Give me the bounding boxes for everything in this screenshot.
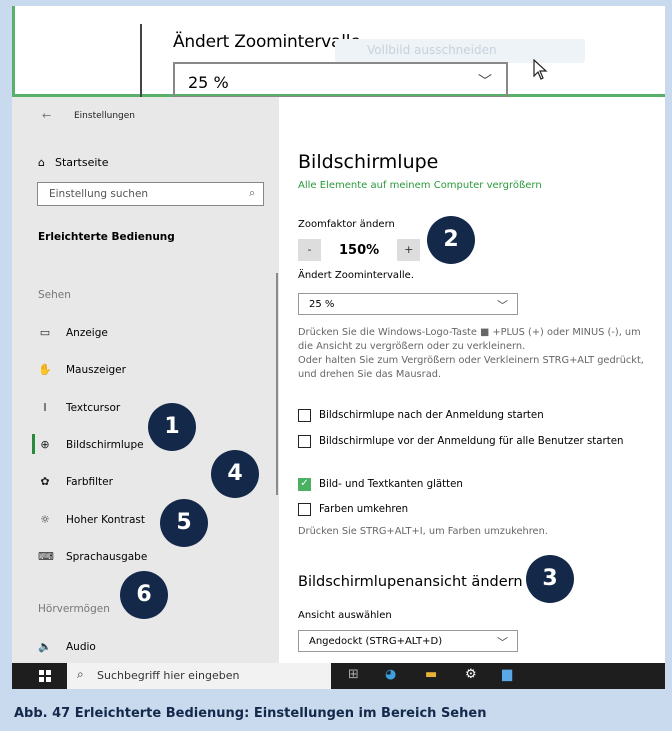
search-icon: ⌕	[249, 187, 255, 199]
chevron-down-icon: ﹀	[497, 636, 508, 649]
settings-search-input[interactable]: Einstellung suchen ⌕	[37, 182, 264, 206]
zoom-interval-select[interactable]: 25 % ﹀	[298, 293, 518, 315]
preview-select[interactable]: 25 % ﹀	[173, 62, 508, 98]
section-hoeren: Hörvermögen	[38, 603, 110, 615]
zoom-label: Zoomfaktor ändern	[298, 219, 395, 230]
sidebar-item-sprachausgabe[interactable]: ⌨ Sprachausgabe	[38, 550, 147, 563]
remote-desktop-icon[interactable]: ▆	[502, 667, 512, 682]
figure-caption: Abb. 47 Erleichterte Bedienung: Einstell…	[14, 706, 487, 721]
checkbox-box[interactable]	[298, 435, 311, 448]
callout-badge-3: 3	[526, 555, 574, 603]
preview-divider	[140, 24, 142, 97]
sidebar-scrollbar[interactable]	[276, 273, 278, 495]
chevron-down-icon: ﹀	[478, 74, 492, 90]
view-section-title: Bildschirmlupenansicht ändern	[298, 574, 523, 590]
magnifier-icon: ⊕	[40, 438, 50, 451]
mouse-cursor-icon	[533, 59, 548, 80]
sidebar-item-bildschirmlupe[interactable]: ⊕ Bildschirmlupe	[38, 438, 143, 451]
taskbar-search-placeholder: Suchbegriff hier eingeben	[97, 669, 240, 682]
view-label: Ansicht auswählen	[298, 610, 392, 621]
subtitle-link[interactable]: Alle Elemente auf meinem Computer vergrö…	[298, 180, 542, 191]
palette-icon: ✿	[40, 475, 50, 488]
window-title: Einstellungen	[74, 111, 136, 121]
interval-label: Ändert Zoomintervalle.	[298, 270, 414, 281]
sun-icon: ☼	[40, 513, 50, 526]
text-cursor-icon: I	[43, 401, 47, 414]
sidebar-item-audio[interactable]: 🔈 Audio	[38, 640, 96, 653]
callout-badge-4: 4	[211, 450, 259, 498]
shortcut-description: Drücken Sie die Windows-Logo-Taste ■ +PL…	[298, 327, 644, 380]
zoom-interval-value: 25 %	[309, 299, 335, 310]
sidebar-item-farbfilter[interactable]: ✿ Farbfilter	[38, 475, 113, 488]
home-icon: ⌂	[38, 156, 45, 169]
zoom-plus-button[interactable]: +	[397, 239, 421, 261]
back-arrow-icon[interactable]: ←	[42, 109, 51, 122]
zoom-minus-button[interactable]: -	[298, 239, 321, 261]
mouse-pointer-icon: ✋	[38, 363, 52, 376]
callout-badge-6: 6	[120, 571, 168, 619]
search-icon: ⌕	[77, 667, 84, 681]
sidebar-category: Erleichterte Bedienung	[38, 231, 175, 243]
display-icon: ▭	[39, 326, 51, 339]
checkbox-box[interactable]	[298, 409, 311, 422]
sidebar-item-hoher-kontrast[interactable]: ☼ Hoher Kontrast	[38, 513, 145, 526]
task-view-icon[interactable]: ⊞	[348, 667, 359, 682]
narrator-icon: ⌨	[38, 550, 54, 563]
settings-gear-icon[interactable]: ⚙	[465, 667, 477, 682]
callout-badge-1: 1	[148, 403, 196, 451]
preview-select-value: 25 %	[188, 73, 229, 92]
taskbar: ⌕ Suchbegriff hier eingeben ⊞ ◕ ▬ ⚙ ▆	[12, 663, 665, 689]
checkbox-box[interactable]	[298, 503, 311, 516]
zoom-stepper: - 150% +	[298, 239, 421, 261]
search-placeholder: Einstellung suchen	[49, 188, 149, 200]
sidebar-item-anzeige[interactable]: ▭ Anzeige	[38, 326, 108, 339]
invert-hint: Drücken Sie STRG+ALT+I, um Farben umzuke…	[298, 526, 548, 537]
magnifier-preview: Ändert Zoomintervalle. Vollbild ausschne…	[12, 6, 665, 98]
page-title: Bildschirmlupe	[298, 151, 439, 173]
file-explorer-icon[interactable]: ▬	[425, 667, 437, 682]
callout-badge-5: 5	[160, 499, 208, 547]
chevron-down-icon: ﹀	[497, 299, 508, 312]
active-indicator	[32, 434, 35, 454]
sidebar-item-textcursor[interactable]: I Textcursor	[38, 401, 120, 414]
checkbox-smooth-edges[interactable]: ✓ Bild- und Textkanten glätten	[298, 478, 463, 491]
zoom-value: 150%	[339, 242, 380, 258]
section-sehen: Sehen	[38, 289, 71, 301]
taskbar-search-input[interactable]: ⌕ Suchbegriff hier eingeben	[67, 663, 331, 689]
settings-content: Bildschirmlupe Alle Elemente auf meinem …	[279, 97, 665, 663]
edge-browser-icon[interactable]: ◕	[385, 667, 396, 682]
callout-badge-2: 2	[427, 216, 475, 264]
checkbox-start-before-login[interactable]: Bildschirmlupe vor der Anmeldung für all…	[298, 435, 623, 448]
speaker-icon: 🔈	[38, 640, 52, 653]
windows-start-icon[interactable]	[39, 670, 51, 682]
view-select[interactable]: Angedockt (STRG+ALT+D) ﹀	[298, 630, 518, 652]
sidebar-home-label: Startseite	[54, 156, 109, 169]
checkbox-start-after-login[interactable]: Bildschirmlupe nach der Anmeldung starte…	[298, 409, 544, 422]
screenshot-frame: Ändert Zoomintervalle. Vollbild ausschne…	[12, 6, 665, 689]
checkmark-icon[interactable]: ✓	[298, 478, 311, 491]
sidebar-item-mauszeiger[interactable]: ✋ Mauszeiger	[38, 363, 126, 376]
sidebar-home[interactable]: ⌂ Startseite	[38, 156, 109, 169]
view-select-value: Angedockt (STRG+ALT+D)	[309, 636, 443, 647]
checkbox-invert-colors[interactable]: Farben umkehren	[298, 503, 408, 516]
